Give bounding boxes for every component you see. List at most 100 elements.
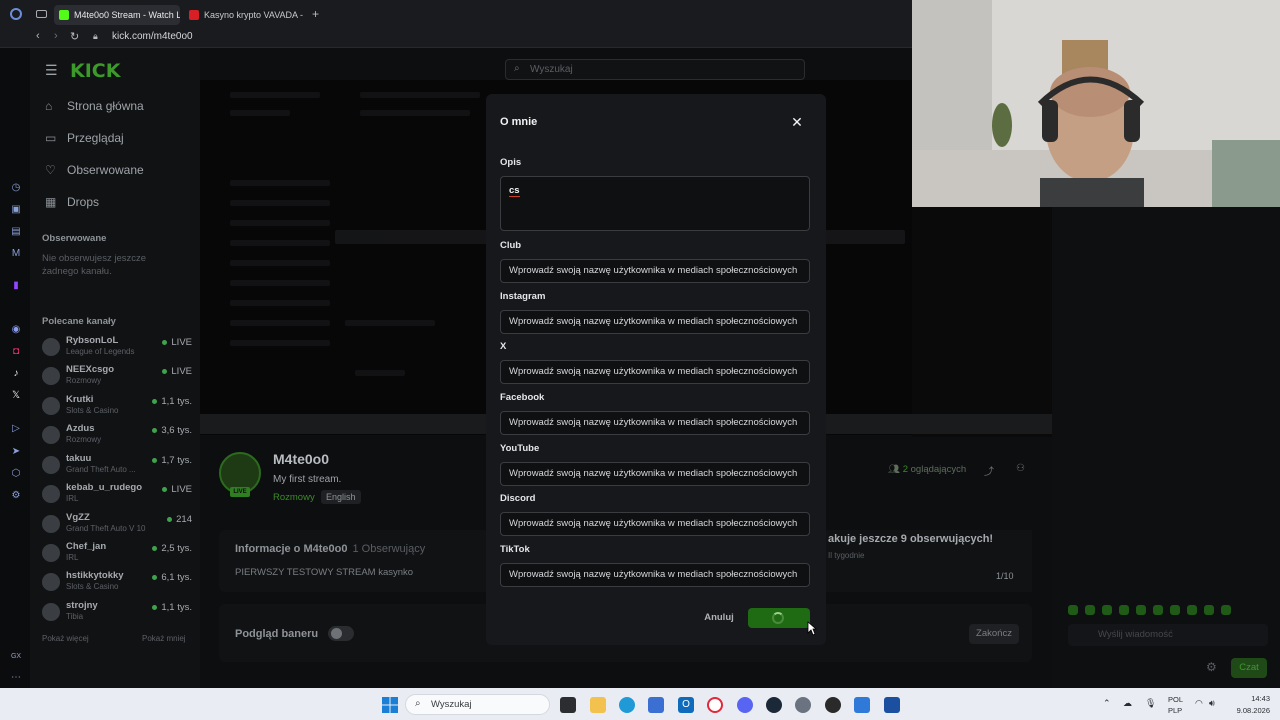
cube-icon[interactable]: ⬡ xyxy=(10,468,22,480)
finish-button[interactable]: Zakończ xyxy=(969,624,1019,644)
bio-textarea[interactable]: cs xyxy=(500,176,810,231)
club-input[interactable]: Wprowadź swoją nazwę użytkownika w media… xyxy=(500,259,810,283)
kick-logo[interactable]: KICK xyxy=(70,60,120,82)
chevron-up-icon[interactable]: ⌃ xyxy=(1103,698,1111,709)
x-input[interactable]: Wprowadź swoją nazwę użytkownika w media… xyxy=(500,360,810,384)
save-button[interactable] xyxy=(748,608,810,628)
send-icon[interactable]: ➤ xyxy=(10,446,22,458)
obs-icon[interactable] xyxy=(825,697,841,713)
list-item[interactable]: VgZZ Grand Theft Auto V 10 214 xyxy=(42,512,192,540)
show-less-link[interactable]: Pokaż mniej xyxy=(142,634,186,643)
bag-icon[interactable]: ▣ xyxy=(10,204,22,216)
viewers-icon: 👥︎ xyxy=(888,464,903,475)
sidebar-item-following[interactable]: ♡ Obserwowane xyxy=(45,163,144,177)
settings-icon[interactable]: ⚙ xyxy=(10,490,22,502)
emote-icon[interactable] xyxy=(1170,605,1180,615)
instagram-icon[interactable]: ◘ xyxy=(10,346,22,358)
channel-name[interactable]: M4te0o0 xyxy=(273,451,329,467)
tab-vavada[interactable]: Kasyno krypto VAVADA - i xyxy=(184,5,304,25)
share-icon[interactable]: ⤴ xyxy=(984,463,994,478)
stream-category[interactable]: Rozmowy xyxy=(273,492,315,503)
discord-input[interactable]: Wprowadź swoją nazwę użytkownika w media… xyxy=(500,512,810,536)
emote-icon[interactable] xyxy=(1187,605,1197,615)
list-item[interactable]: Krutki Slots & Casino 1,1 tys. xyxy=(42,394,192,422)
history-icon[interactable]: ◷ xyxy=(10,182,22,194)
emote-icon[interactable] xyxy=(1136,605,1146,615)
forward-icon[interactable]: › xyxy=(54,30,58,42)
chat-settings-icon[interactable]: ⚙ xyxy=(1206,660,1217,674)
instagram-input[interactable]: Wprowadź swoją nazwę użytkownika w media… xyxy=(500,310,810,334)
tab-kick-stream[interactable]: M4te0o0 Stream - Watch L xyxy=(54,5,180,25)
emote-icon[interactable] xyxy=(1119,605,1129,615)
emote-icon[interactable] xyxy=(1204,605,1214,615)
emote-icon[interactable] xyxy=(1221,605,1231,615)
player-icon[interactable]: ▷ xyxy=(10,423,22,435)
gx-icon[interactable]: GX xyxy=(10,651,22,663)
cancel-button[interactable]: Anuluj xyxy=(698,609,740,627)
store-icon[interactable] xyxy=(648,697,664,713)
settings-taskbar-icon[interactable] xyxy=(795,697,811,713)
emote-icon[interactable] xyxy=(1068,605,1078,615)
list-item[interactable]: RybsonLoL League of Legends LIVE xyxy=(42,335,192,363)
app-icon[interactable] xyxy=(884,697,900,713)
channel-avatar[interactable]: LIVE xyxy=(219,452,261,497)
list-item[interactable]: kebab_u_rudego IRL LIVE xyxy=(42,482,192,510)
twitch-icon[interactable]: ▮ xyxy=(10,280,22,292)
clock-date[interactable]: 9.08.2026 xyxy=(1222,706,1270,715)
browser-logo-icon[interactable] xyxy=(10,8,22,20)
x-icon[interactable]: 𝕏 xyxy=(10,390,22,402)
outlook-icon[interactable]: O xyxy=(678,697,694,713)
file-explorer-icon[interactable] xyxy=(590,697,606,713)
microphone-icon[interactable]: 🎙︎ xyxy=(1145,698,1156,709)
list-item[interactable]: strojny Tibia 1,1 tys. xyxy=(42,600,192,628)
url-text[interactable]: kick.com/m4te0o0 xyxy=(112,31,193,42)
back-icon[interactable]: ‹ xyxy=(36,30,40,42)
keyboard-layout[interactable]: PLP xyxy=(1168,706,1182,715)
messenger-icon[interactable]: M xyxy=(10,248,22,260)
task-view-icon[interactable] xyxy=(560,697,576,713)
app-icon[interactable] xyxy=(854,697,870,713)
discord-icon[interactable]: ◉ xyxy=(10,324,22,336)
list-item[interactable]: Chef_jan IRL 2,5 tys. xyxy=(42,541,192,569)
banner-preview-toggle[interactable] xyxy=(328,626,354,641)
discord-taskbar-icon[interactable] xyxy=(737,697,753,713)
youtube-input[interactable]: Wprowadź swoją nazwę użytkownika w media… xyxy=(500,462,810,486)
kick-search-input[interactable]: ⌕ Wyszukaj xyxy=(505,59,805,80)
edge-icon[interactable] xyxy=(619,697,635,713)
reload-icon[interactable]: ↻ xyxy=(70,30,79,43)
tiktok-input[interactable]: Wprowadź swoją nazwę użytkownika w media… xyxy=(500,563,810,587)
emote-icon[interactable] xyxy=(1153,605,1163,615)
chat-input[interactable]: Wyślij wiadomość xyxy=(1068,624,1268,646)
sidebar-item-browse[interactable]: ▭ Przeglądaj xyxy=(45,131,124,145)
taskbar-search-input[interactable]: ⌕ Wyszukaj xyxy=(405,694,550,715)
network-app-icon[interactable]: ☁ xyxy=(1123,698,1132,709)
keyboard-language[interactable]: POL xyxy=(1168,695,1183,704)
steam-icon[interactable] xyxy=(766,697,782,713)
emote-icon[interactable] xyxy=(1102,605,1112,615)
facebook-input[interactable]: Wprowadź swoją nazwę użytkownika w media… xyxy=(500,411,810,435)
user-settings-icon[interactable]: ⚇ xyxy=(1016,463,1025,474)
list-item[interactable]: Azdus Rozmowy 3,6 tys. xyxy=(42,423,192,451)
opera-gx-icon[interactable] xyxy=(707,697,723,713)
tiktok-icon[interactable]: ♪ xyxy=(10,368,22,380)
more-icon[interactable]: ⋯ xyxy=(10,672,22,684)
close-icon[interactable]: ✕ xyxy=(789,114,805,130)
list-item[interactable]: takuu Grand Theft Auto ... 1,7 tys. xyxy=(42,453,192,481)
new-tab-icon[interactable]: + xyxy=(312,7,319,21)
sidebar-item-drops[interactable]: ▦ Drops xyxy=(45,195,99,209)
clock-time[interactable]: 14:43 xyxy=(1232,694,1270,703)
sidebar-item-home[interactable]: ⌂ Strona główna xyxy=(45,99,144,113)
volume-icon[interactable]: 🔊︎ xyxy=(1209,698,1215,709)
start-icon[interactable] xyxy=(382,697,398,713)
wifi-icon[interactable]: ◠ xyxy=(1195,698,1203,709)
show-more-link[interactable]: Pokaż więcej xyxy=(42,634,89,643)
vavada-favicon-icon xyxy=(189,10,199,20)
language-tag[interactable]: English xyxy=(321,490,361,504)
menu-icon[interactable]: ☰ xyxy=(45,62,58,79)
chat-send-button[interactable]: Czat xyxy=(1231,658,1267,678)
list-item[interactable]: hstikkytokky Slots & Casino 6,1 tys. xyxy=(42,570,192,598)
workspaces-icon[interactable] xyxy=(36,10,47,18)
list-item[interactable]: NEEXcsgo Rozmowy LIVE xyxy=(42,364,192,392)
notes-icon[interactable]: ▤ xyxy=(10,226,22,238)
emote-icon[interactable] xyxy=(1085,605,1095,615)
